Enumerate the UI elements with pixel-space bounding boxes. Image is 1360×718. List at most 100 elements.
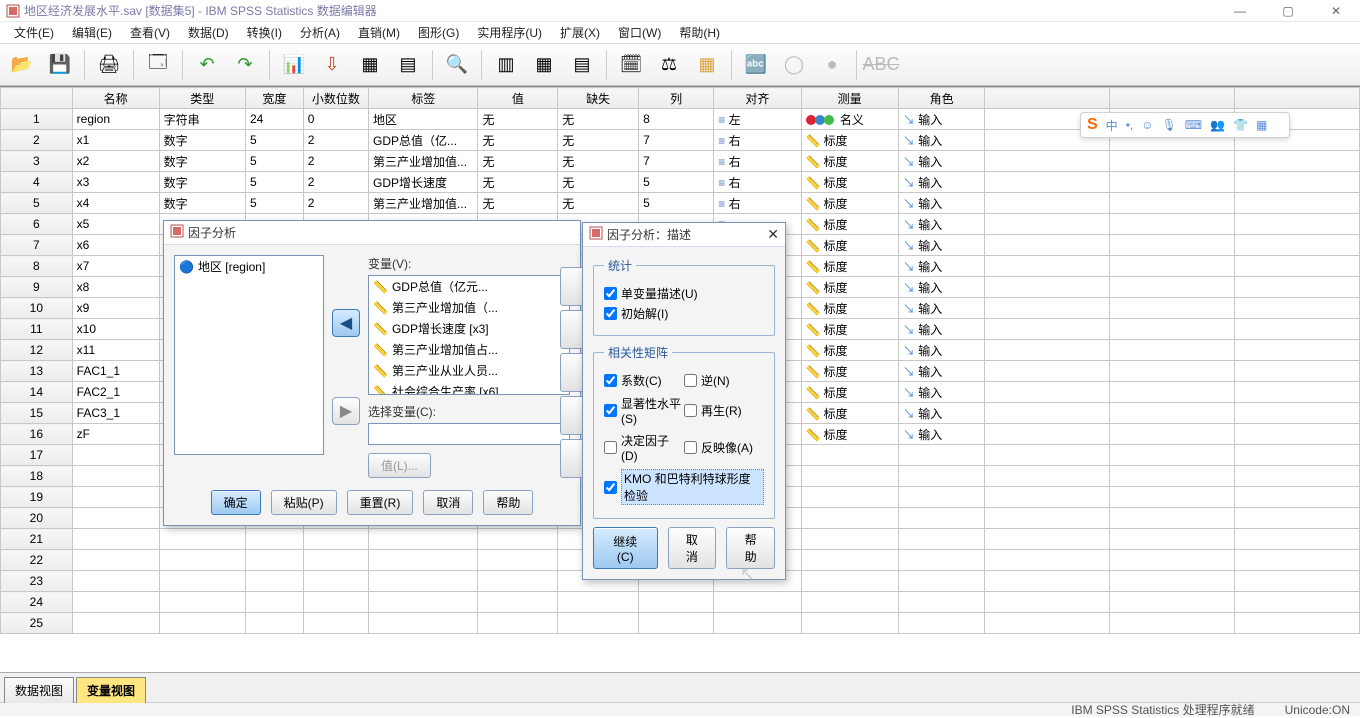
row-number[interactable]: 7 — [1, 235, 73, 256]
empty-cell[interactable] — [1235, 466, 1360, 487]
cell-role[interactable]: 输入 — [898, 214, 985, 235]
cell-values[interactable]: 无 — [478, 109, 558, 130]
empty-cell[interactable] — [558, 592, 639, 613]
empty-cell[interactable] — [1110, 466, 1235, 487]
continue-button[interactable]: 继续(C) — [593, 527, 658, 569]
empty-cell[interactable] — [1110, 445, 1235, 466]
row-number[interactable]: 3 — [1, 151, 73, 172]
empty-cell[interactable] — [801, 550, 898, 571]
cell-role[interactable]: 输入 — [898, 403, 985, 424]
cell-name[interactable]: x7 — [72, 256, 159, 277]
empty-cell[interactable] — [1110, 613, 1235, 634]
empty-cell[interactable] — [478, 613, 558, 634]
column-header[interactable]: 小数位数 — [303, 88, 368, 109]
cell-measure[interactable]: 📏标度 — [801, 361, 898, 382]
cell-name[interactable]: FAC3_1 — [72, 403, 159, 424]
cell-measure[interactable]: 📏标度 — [801, 130, 898, 151]
row-number[interactable]: 19 — [1, 487, 73, 508]
select-variable-input[interactable] — [368, 423, 570, 445]
goto-var-icon[interactable]: ⇩ — [316, 49, 348, 81]
menu-item-6[interactable]: 直销(M) — [350, 22, 408, 43]
empty-cell[interactable] — [1235, 529, 1360, 550]
cell-role[interactable]: 输入 — [898, 151, 985, 172]
menu-item-1[interactable]: 编辑(E) — [64, 22, 120, 43]
cell-missing[interactable]: 无 — [558, 193, 639, 214]
empty-cell[interactable] — [369, 592, 478, 613]
cell-align[interactable]: 右 — [714, 172, 801, 193]
empty-cell[interactable] — [898, 529, 985, 550]
column-header[interactable]: 值 — [478, 88, 558, 109]
cell-name[interactable]: zF — [72, 424, 159, 445]
target-var-item[interactable]: 📏社会综合生产率 [x6] — [369, 381, 569, 395]
empty-cell[interactable] — [1235, 613, 1360, 634]
row-number[interactable]: 15 — [1, 403, 73, 424]
cell-values[interactable]: 无 — [478, 151, 558, 172]
cell-role[interactable]: 输入 — [898, 340, 985, 361]
empty-cell[interactable] — [303, 592, 368, 613]
cell-label[interactable]: GDP总值（亿... — [369, 130, 478, 151]
cell-decimals[interactable]: 2 — [303, 130, 368, 151]
cell-type[interactable]: 数字 — [159, 130, 245, 151]
cell-name[interactable]: FAC1_1 — [72, 361, 159, 382]
weight-icon[interactable]: ▦ — [528, 49, 560, 81]
empty-cell[interactable] — [245, 592, 303, 613]
cell-role[interactable]: 输入 — [898, 298, 985, 319]
empty-cell[interactable] — [1235, 445, 1360, 466]
empty-cell[interactable] — [801, 487, 898, 508]
ime-toolbar[interactable]: S 中 •, ☺ 🎙 ⌨ 👥 👕 ▦ — [1080, 112, 1290, 138]
menu-item-9[interactable]: 扩展(X) — [552, 22, 608, 43]
empty-cell[interactable] — [801, 466, 898, 487]
show-all-icon[interactable]: 🔤 — [740, 49, 772, 81]
describe-titlebar[interactable]: 因子分析：描述 ✕ — [583, 223, 785, 247]
target-var-item[interactable]: 📏第三产业增加值占... — [369, 339, 569, 360]
row-number[interactable]: 5 — [1, 193, 73, 214]
factor-analysis-dialog[interactable]: 因子分析 🔵地区 [region] ◀ ▶ 变量(V): 📏GDP总值（亿元..… — [163, 220, 581, 526]
menu-item-11[interactable]: 帮助(H) — [671, 22, 728, 43]
empty-cell[interactable] — [801, 445, 898, 466]
close-icon[interactable]: ✕ — [767, 226, 779, 243]
empty-cell[interactable] — [714, 592, 801, 613]
ime-face-icon[interactable]: ☺ — [1141, 118, 1153, 132]
scale-icon[interactable]: ⚖ — [653, 49, 685, 81]
tab-data-view[interactable]: 数据视图 — [4, 677, 74, 703]
empty-cell[interactable] — [159, 592, 245, 613]
empty-cell[interactable] — [898, 550, 985, 571]
empty-cell[interactable] — [303, 529, 368, 550]
undo-icon[interactable]: ↶ — [191, 49, 223, 81]
cell-type[interactable]: 字符串 — [159, 109, 245, 130]
univariate-checkbox[interactable]: 单变量描述(U) — [604, 285, 764, 302]
anti-image-checkbox[interactable]: 反映像(A) — [684, 432, 764, 463]
cell-measure[interactable]: 📏标度 — [801, 172, 898, 193]
circle-icon[interactable]: ● — [816, 49, 848, 81]
column-header[interactable]: 标签 — [369, 88, 478, 109]
split-icon[interactable]: ▥ — [490, 49, 522, 81]
cell-width[interactable]: 5 — [245, 172, 303, 193]
cell-align[interactable]: 右 — [714, 193, 801, 214]
empty-cell[interactable] — [985, 613, 1110, 634]
spellcheck-icon[interactable]: ABC — [865, 49, 897, 81]
row-number[interactable]: 11 — [1, 319, 73, 340]
cell-measure[interactable]: 📏标度 — [801, 340, 898, 361]
empty-cell[interactable] — [1235, 487, 1360, 508]
empty-cell[interactable] — [478, 592, 558, 613]
cell-measure[interactable]: 📏标度 — [801, 382, 898, 403]
row-number[interactable]: 20 — [1, 508, 73, 529]
ime-keyboard-icon[interactable]: ⌨ — [1185, 118, 1202, 132]
empty-cell[interactable] — [159, 550, 245, 571]
significance-checkbox[interactable]: 显著性水平(S) — [604, 395, 684, 426]
move-to-select-button[interactable]: ▶ — [332, 397, 360, 425]
empty-cell[interactable] — [1110, 571, 1235, 592]
empty-cell[interactable] — [72, 466, 159, 487]
row-number[interactable]: 14 — [1, 382, 73, 403]
menu-item-10[interactable]: 窗口(W) — [610, 22, 669, 43]
cell-measure[interactable]: 📏标度 — [801, 256, 898, 277]
sogou-icon[interactable]: S — [1087, 116, 1098, 134]
cell-measure[interactable]: 📏标度 — [801, 403, 898, 424]
empty-cell[interactable] — [245, 550, 303, 571]
empty-cell[interactable] — [72, 550, 159, 571]
row-number[interactable]: 21 — [1, 529, 73, 550]
empty-cell[interactable] — [985, 550, 1110, 571]
cell-label[interactable]: 第三产业增加值... — [369, 193, 478, 214]
empty-cell[interactable] — [639, 592, 714, 613]
empty-cell[interactable] — [985, 445, 1110, 466]
